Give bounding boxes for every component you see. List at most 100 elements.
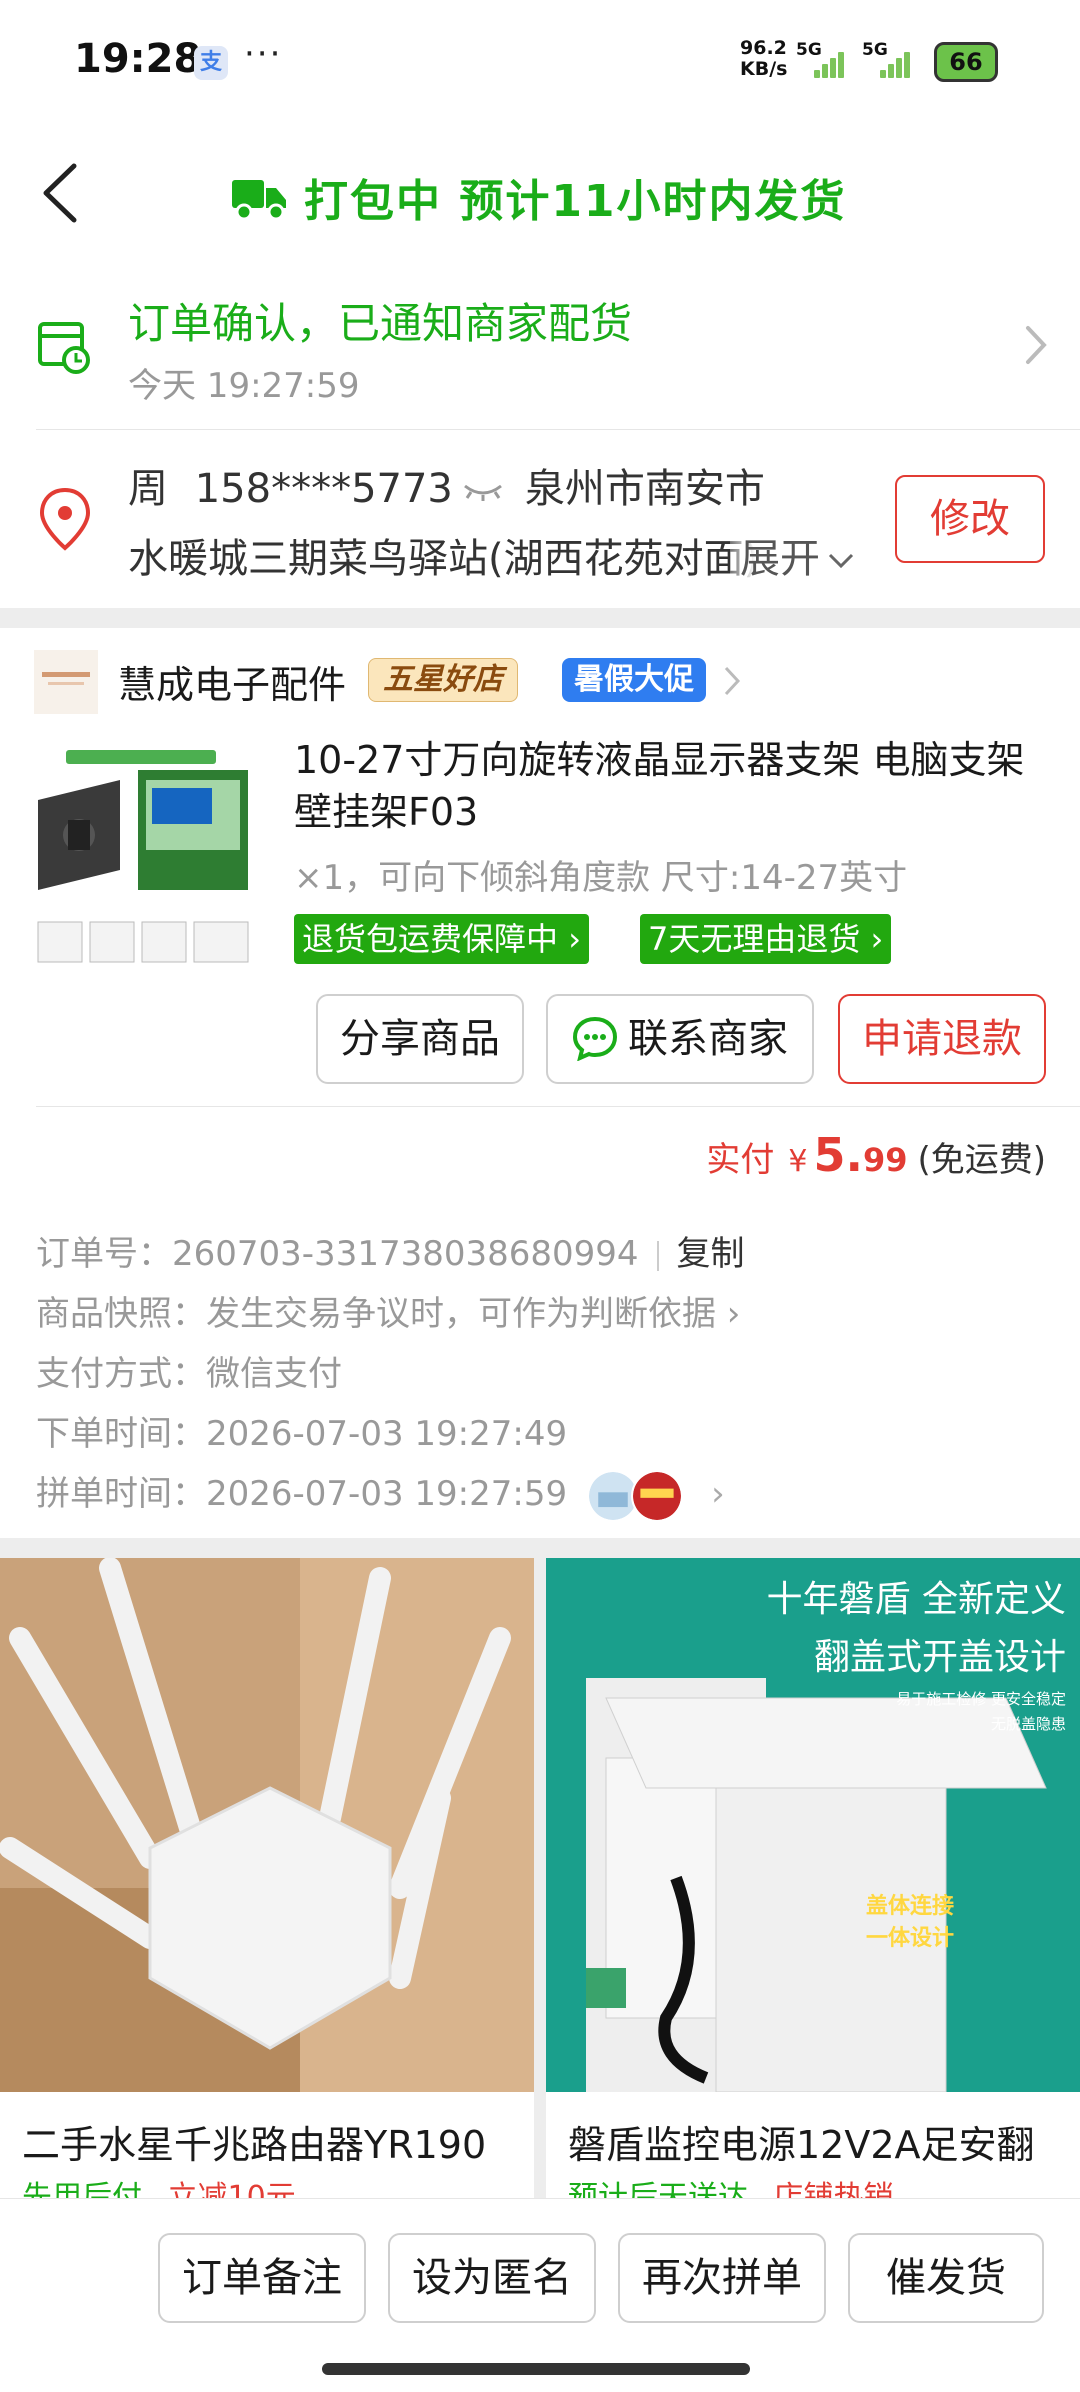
signal-bars-icon (812, 50, 848, 78)
recommendation-title: 二手水星千兆路由器YR190 (22, 2123, 487, 2167)
eye-closed-icon[interactable] (461, 480, 505, 502)
divider (656, 1240, 659, 1271)
payment-method-label: 支付方式： (36, 1354, 206, 1394)
return-shipping-tag[interactable]: 退货包运费保障中 › (294, 914, 589, 964)
urge-shipping-button[interactable]: 催发货 (848, 2233, 1044, 2323)
router-product-image (0, 1558, 534, 2092)
payment-integer: 5. (813, 1128, 863, 1182)
payment-decimal: 99 (862, 1141, 908, 1179)
product-spec: ×1，可向下倾斜角度款 尺寸:14-27英寸 (294, 858, 908, 898)
ad-small-2: 无脱盖隐患 (990, 1715, 1066, 1733)
copy-order-number-button[interactable]: 复制 (677, 1234, 745, 1274)
order-note-button[interactable]: 订单备注 (158, 2233, 366, 2323)
back-arrow-icon[interactable] (36, 158, 96, 228)
payment-summary: 实付 ¥ 5. 99 (免运费) (706, 1128, 1046, 1182)
recommendation-grid: 二手水星千兆路由器YR190 先用后付 立减10元 十年磐盾 全新定义 翻盖式开… (0, 1558, 1080, 2198)
payment-method: 微信支付 (206, 1354, 342, 1394)
bottom-action-bar: 订单备注 设为匿名 再次拼单 催发货 (0, 2198, 1080, 2392)
progress-time: 今天 19:27:59 (128, 366, 360, 406)
chevron-right-icon[interactable] (722, 664, 742, 698)
address-expand[interactable]: 展开 (730, 526, 856, 584)
ad-callout: 盖体连接 一体设计 (866, 1888, 954, 1952)
receiver-city: 泉州市南安市 (524, 466, 765, 512)
recommendation-tags: 先用后付 立减10元 (22, 2172, 296, 2198)
chevron-right-icon (1026, 326, 1047, 364)
status-bar: 19:28 支 ··· 96.2 KB/s 5G 5G 66 (0, 0, 1080, 130)
battery-level: 66 (949, 48, 983, 76)
order-number: 260703-331738038680994 (172, 1234, 639, 1274)
chevron-down-icon (828, 553, 854, 569)
ad-callout-1: 盖体连接 (866, 1894, 955, 1919)
header-title: 打包中 预计11小时内发货 (304, 176, 847, 227)
group-avatars (587, 1469, 697, 1522)
delivery-estimate-tag: 预计后天送达 (568, 2180, 748, 2198)
recommendation-title: 磐盾监控电源12V2A足安翻 (568, 2123, 1035, 2167)
address-card[interactable]: 周 158****5773 泉州市南安市 水暖城三期菜鸟驿站(湖西花苑对面) 展… (0, 430, 1080, 608)
share-product-button[interactable]: 分享商品 (316, 994, 524, 1084)
chat-icon (572, 1016, 618, 1061)
recommendation-card[interactable]: 二手水星千兆路由器YR190 先用后付 立减10元 (0, 1558, 534, 2198)
status-more-icon: ··· (244, 34, 283, 74)
request-refund-button[interactable]: 申请退款 (838, 994, 1046, 1084)
return-shipping-label: 退货包运费保障中 (302, 920, 559, 958)
order-number-label: 订单号： (36, 1234, 172, 1274)
chevron-right-icon: › (716, 1294, 741, 1334)
group-time-label: 拼单时间： (36, 1474, 206, 1514)
order-time-row: 下单时间：2026-07-03 19:27:49 (36, 1406, 567, 1455)
ad-small-1: 易于施工检修 更安全稳定 (896, 1690, 1066, 1708)
signal-bars-icon (878, 50, 914, 78)
snapshot-label: 商品快照： (36, 1294, 206, 1334)
discount-tag: 立减10元 (167, 2180, 296, 2198)
recommendation-tags: 预计后天送达 店铺热销 (568, 2172, 894, 2198)
chevron-right-icon: › (711, 1474, 725, 1514)
avatar (631, 1469, 684, 1522)
payment-currency: ¥ (788, 1144, 808, 1179)
progress-title: 订单确认，已通知商家配货 (128, 299, 633, 348)
order-confirm-icon (38, 322, 90, 374)
order-time: 2026-07-03 19:27:49 (206, 1414, 568, 1454)
expand-label: 展开 (740, 536, 820, 582)
ad-callout-2: 一体设计 (866, 1926, 955, 1951)
home-indicator[interactable] (322, 2363, 750, 2375)
receiver-phone: 158****5773 (194, 466, 453, 512)
order-card: 慧成电子配件 五星好店 暑假大促 10-27寸万向旋转液晶显示器支架 电脑支架壁… (0, 628, 1080, 1538)
contact-seller-label: 联系商家 (628, 1016, 788, 1062)
receiver-name: 周 (128, 466, 168, 512)
location-pin-icon (39, 487, 91, 551)
edit-address-button[interactable]: 修改 (895, 475, 1045, 563)
order-number-row: 订单号：260703-331738038680994 复制 (36, 1226, 745, 1275)
status-time: 19:28 (74, 36, 202, 82)
product-image[interactable] (28, 740, 258, 970)
set-anonymous-button[interactable]: 设为匿名 (388, 2233, 596, 2323)
summer-promo-badge: 暑假大促 (562, 658, 706, 702)
seven-day-return-tag[interactable]: 7天无理由退货 › (640, 914, 892, 964)
contact-seller-button[interactable]: 联系商家 (546, 994, 814, 1084)
alipay-icon: 支 (194, 46, 228, 80)
recommendation-card[interactable]: 十年磐盾 全新定义 翻盖式开盖设计 易于施工检修 更安全稳定 无脱盖隐患 盖体连… (546, 1558, 1080, 2198)
reorder-button[interactable]: 再次拼单 (618, 2233, 826, 2323)
snapshot-row[interactable]: 商品快照：发生交易争议时，可作为判断依据 › (36, 1286, 740, 1335)
header: 打包中 预计11小时内发货 (0, 130, 1080, 260)
pay-later-tag: 先用后付 (22, 2180, 142, 2198)
truck-icon (232, 180, 286, 220)
payment-label: 实付 (706, 1140, 775, 1180)
ad-line-2: 翻盖式开盖设计 (813, 1637, 1066, 1678)
seven-day-return-label: 7天无理由退货 (648, 920, 861, 958)
shop-logo[interactable] (34, 650, 98, 714)
snapshot-value: 发生交易争议时，可作为判断依据 (206, 1294, 716, 1334)
five-star-shop-badge: 五星好店 (368, 658, 518, 702)
net-speed-unit: KB/s (740, 58, 788, 80)
divider (36, 1106, 1080, 1107)
hot-sale-tag: 店铺热销 (773, 2180, 894, 2198)
product-title[interactable]: 10-27寸万向旋转液晶显示器支架 电脑支架壁挂架F03 (294, 734, 1034, 838)
payment-method-row: 支付方式：微信支付 (36, 1346, 342, 1395)
address-contact: 周 158****5773 泉州市南安市 (128, 456, 765, 514)
group-time: 2026-07-03 19:27:59 (206, 1474, 568, 1514)
group-time-row[interactable]: 拼单时间：2026-07-03 19:27:59 › (36, 1466, 725, 1522)
ad-line-1: 十年磐盾 全新定义 (766, 1579, 1066, 1620)
shop-name[interactable]: 慧成电子配件 (118, 654, 346, 709)
battery-icon: 66 (934, 42, 998, 82)
order-time-label: 下单时间： (36, 1414, 206, 1454)
logistics-progress[interactable]: 订单确认，已通知商家配货 今天 19:27:59 (0, 260, 1080, 430)
ad-overlay: 十年磐盾 全新定义 翻盖式开盖设计 易于施工检修 更安全稳定 无脱盖隐患 (767, 1570, 1066, 1734)
